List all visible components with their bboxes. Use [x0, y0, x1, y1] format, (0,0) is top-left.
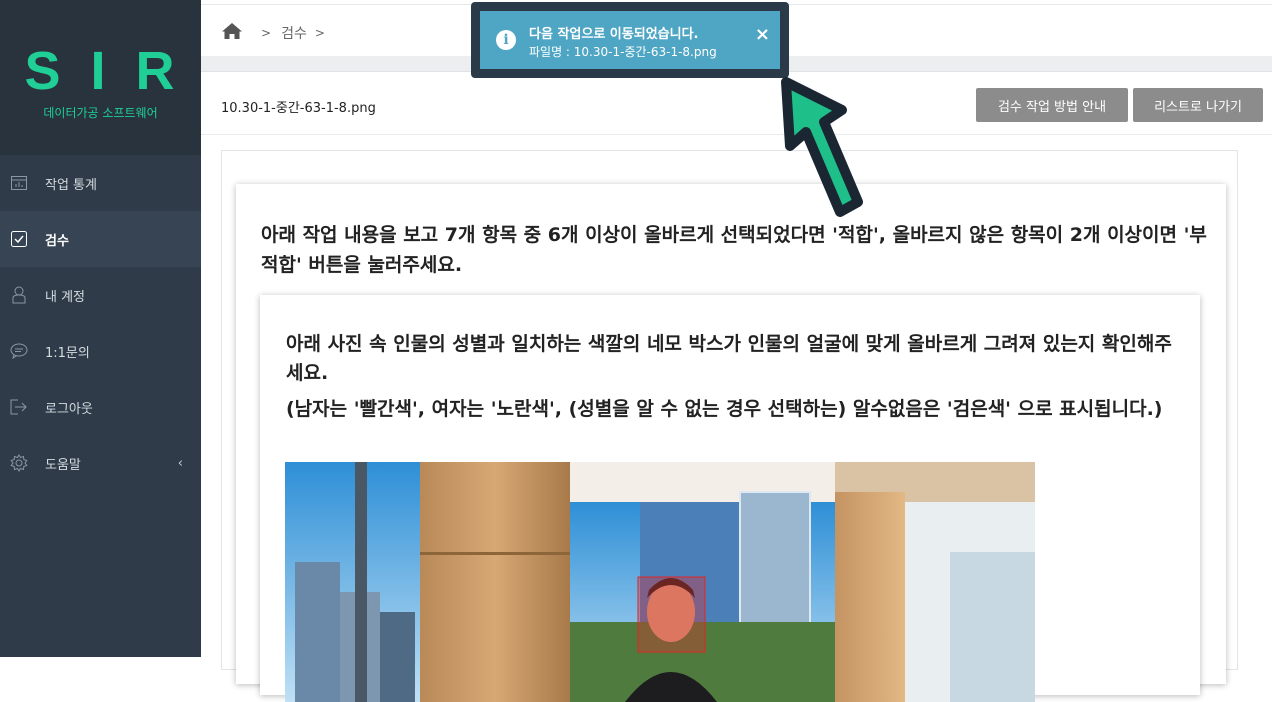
- file-name: 10.30-1-중간-63-1-8.png: [221, 101, 376, 116]
- breadcrumb-separator: >: [261, 26, 272, 40]
- sidebar-item-label: 작업 통계: [45, 177, 97, 193]
- breadcrumb-item-review[interactable]: 검수: [281, 23, 307, 43]
- task-card: 아래 작업 내용을 보고 7개 항목 중 6개 이상이 올바르게 선택되었다면 …: [236, 184, 1226, 702]
- chart-icon: [10, 174, 28, 192]
- toast-body: i 다음 작업으로 이동되었습니다. 파일명 : 10.30-1-중간-63-1…: [480, 11, 780, 69]
- checkbox-icon: [10, 230, 28, 248]
- sidebar-item-help[interactable]: 도움말 ‹: [0, 435, 201, 491]
- breadcrumb-separator: >: [314, 26, 325, 40]
- home-icon[interactable]: [221, 22, 243, 44]
- question-text: 아래 사진 속 인물의 성별과 일치하는 색깔의 네모 박스가 인물의 얼굴에 …: [286, 333, 1172, 384]
- toast-notification: i 다음 작업으로 이동되었습니다. 파일명 : 10.30-1-중간-63-1…: [471, 2, 789, 78]
- info-icon: i: [496, 30, 516, 50]
- toast-file: 파일명 : 10.30-1-중간-63-1-8.png: [529, 45, 717, 59]
- sidebar-item-label: 도움말: [45, 457, 81, 473]
- sidebar-item-account[interactable]: 내 계정: [0, 267, 201, 323]
- chat-icon: [10, 342, 28, 360]
- main-content: > 검수 > 10.30-1-중간-63-1-8.png 검수 작업 방법 안내…: [201, 0, 1272, 702]
- sidebar-item-review[interactable]: 검수: [0, 211, 201, 267]
- brand-logo[interactable]: SIR: [0, 44, 205, 98]
- toast-title: 다음 작업으로 이동되었습니다.: [529, 27, 699, 42]
- guide-button[interactable]: 검수 작업 방법 안내: [976, 88, 1128, 122]
- sidebar: SIR 데이터가공 소프트웨어 작업 통계 검수 내 계정 1:1문의 로그아웃: [0, 0, 201, 657]
- sidebar-item-logout[interactable]: 로그아웃: [0, 379, 201, 435]
- task-photo: [285, 462, 1035, 702]
- sidebar-item-label: 1:1문의: [45, 345, 90, 361]
- gear-icon: [10, 454, 28, 472]
- chevron-left-icon[interactable]: ‹: [178, 456, 183, 471]
- file-header: 10.30-1-중간-63-1-8.png 검수 작업 방법 안내 리스트로 나…: [201, 73, 1272, 135]
- task-instruction: 아래 작업 내용을 보고 7개 항목 중 6개 이상이 올바르게 선택되었다면 …: [261, 224, 1207, 276]
- pointer-arrow-icon: [781, 77, 863, 217]
- sidebar-item-inquiry[interactable]: 1:1문의: [0, 323, 201, 379]
- brand-subtitle: 데이터가공 소프트웨어: [43, 106, 158, 120]
- question-note: (남자는 '빨간색', 여자는 '노란색', (성별을 알 수 없는 경우 선택…: [286, 398, 1163, 420]
- brand: SIR 데이터가공 소프트웨어: [0, 0, 201, 155]
- logout-icon: [10, 398, 28, 416]
- task-container: 아래 작업 내용을 보고 7개 항목 중 6개 이상이 올바르게 선택되었다면 …: [221, 150, 1238, 702]
- sidebar-item-label: 내 계정: [45, 289, 86, 305]
- close-icon[interactable]: ×: [755, 24, 770, 45]
- sidebar-item-label: 로그아웃: [45, 401, 93, 417]
- user-icon: [10, 286, 28, 304]
- question-card: 아래 사진 속 인물의 성별과 일치하는 색깔의 네모 박스가 인물의 얼굴에 …: [260, 295, 1200, 702]
- back-to-list-button[interactable]: 리스트로 나가기: [1133, 88, 1263, 122]
- sidebar-item-label: 검수: [45, 233, 69, 249]
- breadcrumb: > 검수 >: [221, 22, 335, 44]
- sidebar-item-stats[interactable]: 작업 통계: [0, 155, 201, 211]
